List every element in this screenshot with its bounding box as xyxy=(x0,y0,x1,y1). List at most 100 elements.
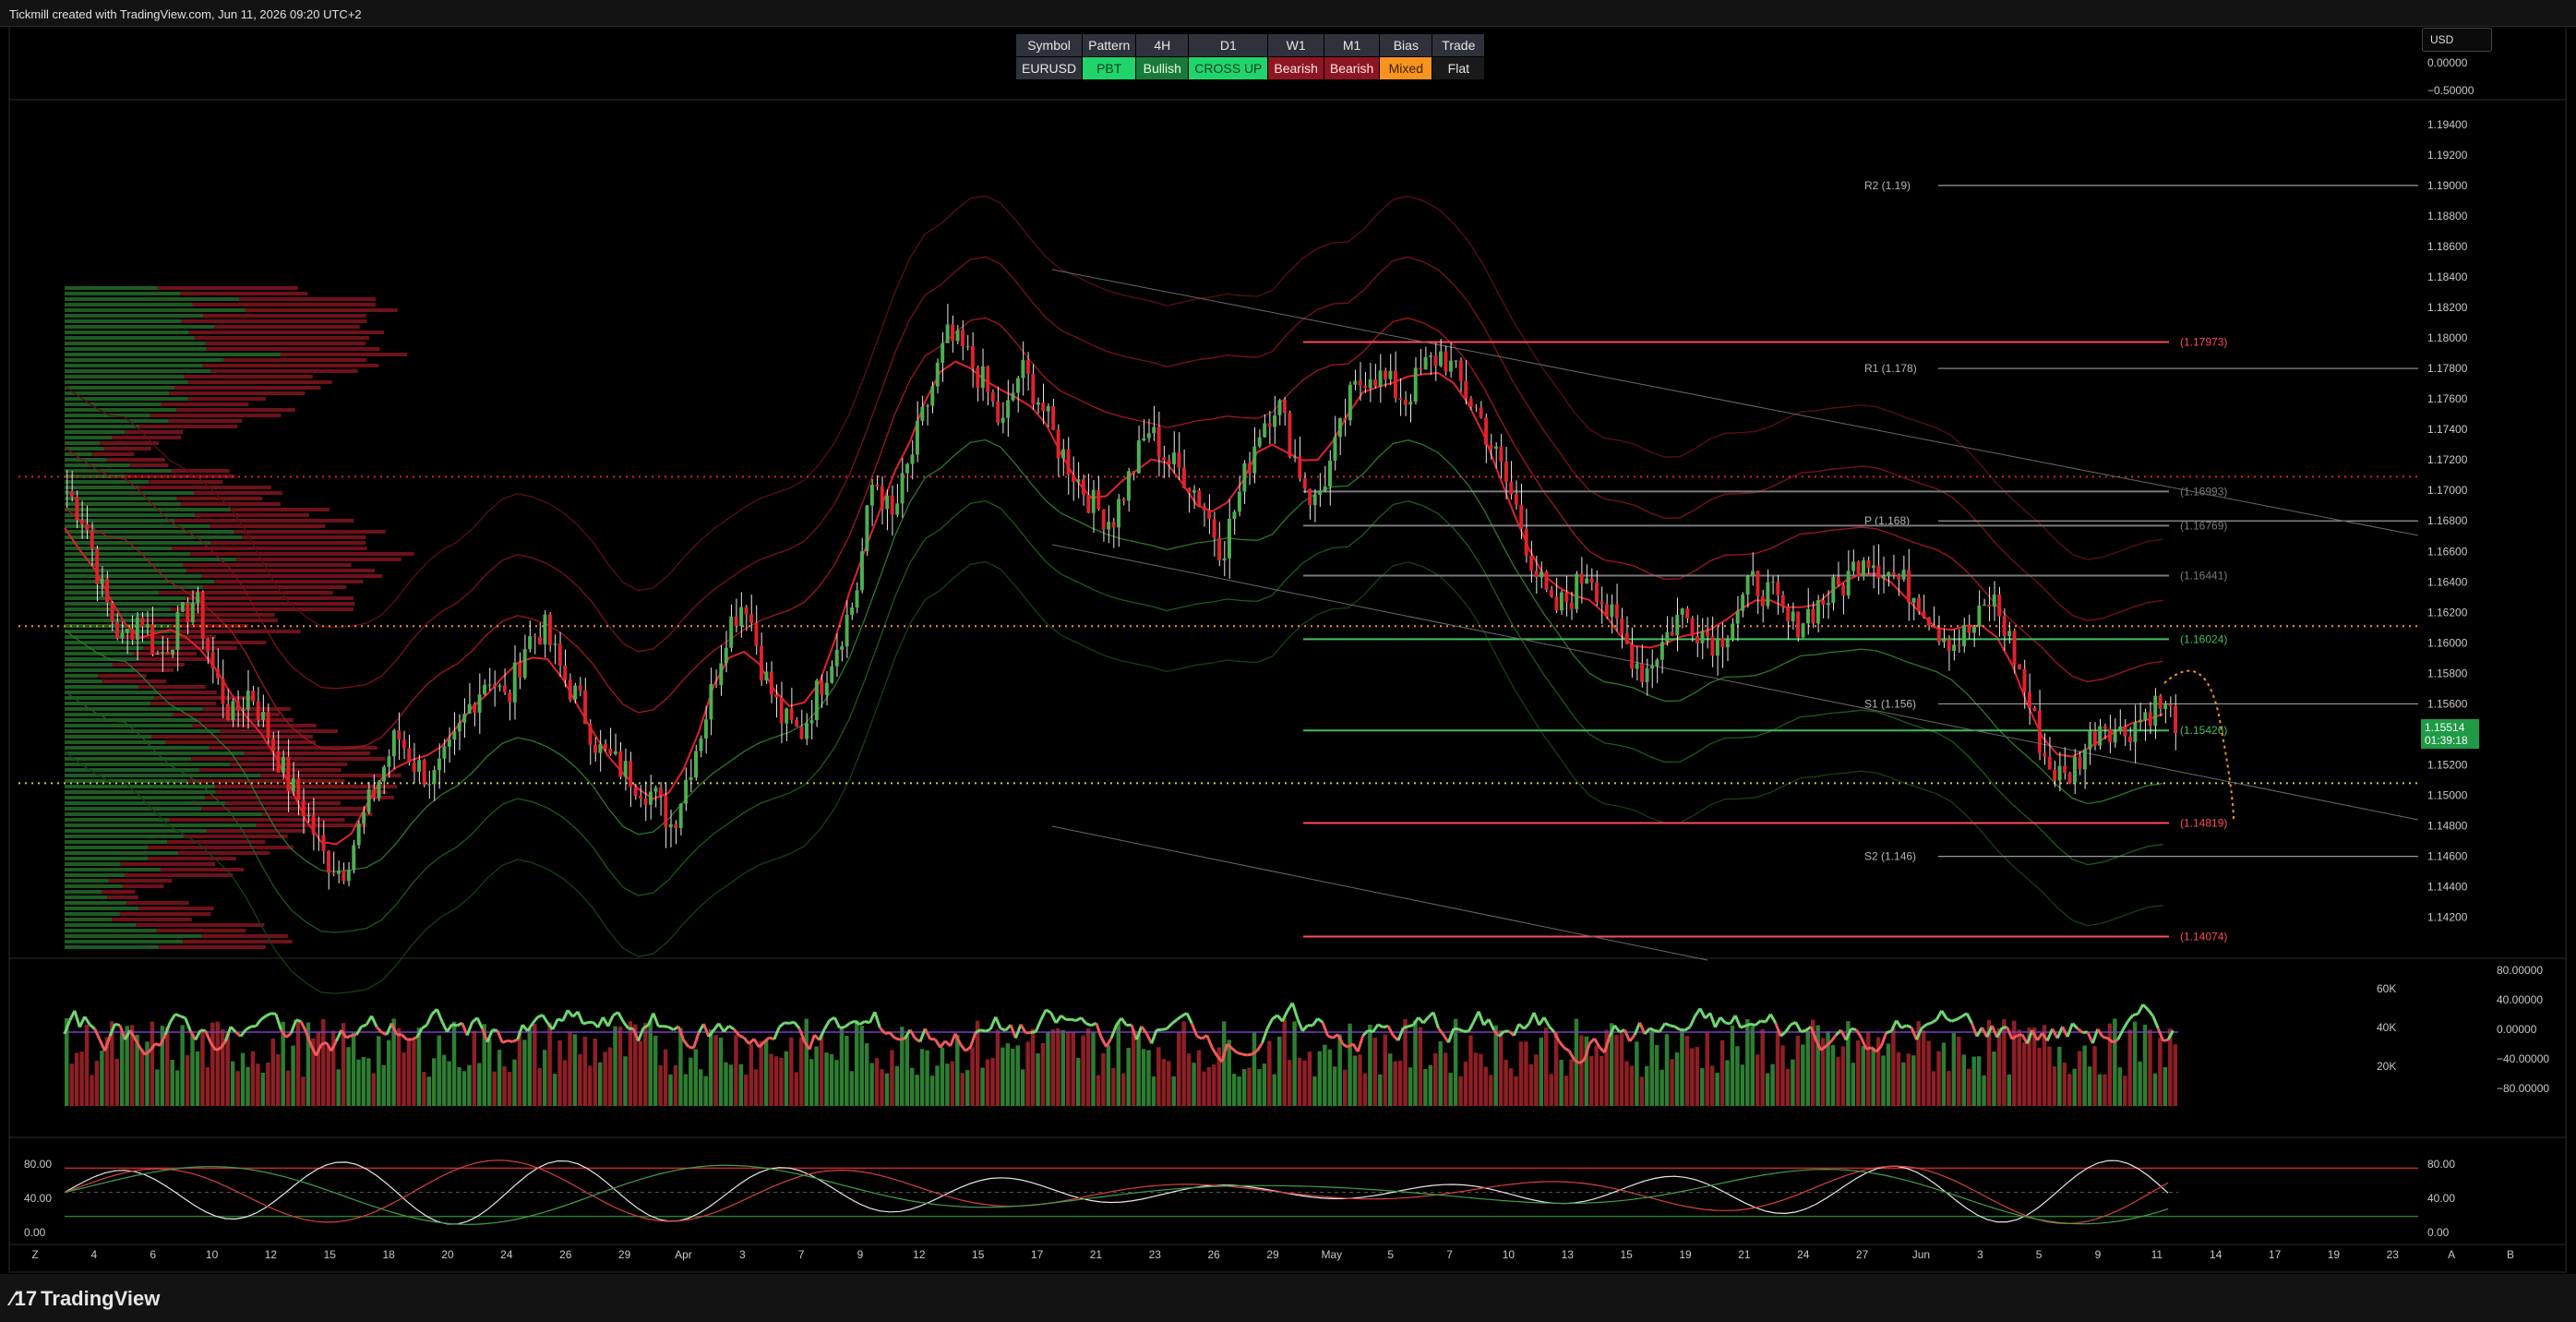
candle-body xyxy=(744,607,749,615)
volume-profile-bar xyxy=(112,918,192,921)
candle-body xyxy=(502,685,507,692)
candle-body xyxy=(980,366,985,389)
oscillator-segment xyxy=(1643,1027,1651,1035)
candle-body xyxy=(528,636,533,650)
volume-bar xyxy=(2087,1066,2092,1106)
candle-body xyxy=(200,592,205,640)
volume-bar xyxy=(2062,1062,2067,1106)
candle-body xyxy=(352,845,356,871)
volume-bar xyxy=(1534,1054,1539,1106)
volume-profile-bar xyxy=(65,691,158,694)
volume-bar xyxy=(1131,1029,1136,1106)
volume-bar xyxy=(371,1073,377,1106)
volume-bar xyxy=(648,1020,653,1106)
oscillator-segment xyxy=(289,1019,298,1034)
candle-body xyxy=(678,803,683,829)
volume-bar xyxy=(1192,1063,1196,1106)
oscillator-segment xyxy=(894,1037,901,1041)
volume-bar xyxy=(738,1064,744,1106)
volume-bar xyxy=(603,1052,607,1106)
oscillator-segment xyxy=(1532,1012,1540,1026)
volume-bar xyxy=(668,1074,673,1106)
candle-body xyxy=(1444,351,1448,372)
last-price: 1.15514 xyxy=(2425,721,2465,734)
volume-profile-bar xyxy=(210,524,326,528)
oscillator-segment xyxy=(1664,1022,1671,1028)
oscillator-segment xyxy=(114,1022,121,1028)
volume-profile-bar xyxy=(65,901,126,905)
volume-bar xyxy=(829,1053,834,1106)
volume-bar xyxy=(728,1064,734,1106)
volume-bar xyxy=(90,1075,94,1106)
oscillator-segment xyxy=(1236,1051,1243,1056)
oscillator-segment xyxy=(1030,1030,1036,1034)
time-axis-tick: 29 xyxy=(1266,1248,1279,1261)
volume-axis-tick: 40K xyxy=(2377,1021,2396,1034)
candle-body xyxy=(1529,555,1534,571)
candle-body xyxy=(1504,462,1508,482)
oscillator-segment xyxy=(1548,1025,1556,1033)
volume-bar xyxy=(1479,1053,1483,1106)
volume-bar xyxy=(165,1026,170,1106)
time-axis-tick: 21 xyxy=(1738,1248,1751,1261)
candle-body xyxy=(85,523,90,531)
tradingview-logo[interactable]: ⁄17 TradingView xyxy=(11,1287,160,1311)
oscillator-segment xyxy=(425,1013,434,1026)
candle-body xyxy=(231,701,235,721)
oscillator-segment xyxy=(1372,1023,1380,1033)
oscillator-segment xyxy=(1733,1015,1743,1028)
volume-bar xyxy=(1156,1047,1161,1106)
volume-profile-bar xyxy=(91,452,135,456)
oscillator-segment xyxy=(1095,1022,1103,1039)
candle-body xyxy=(256,701,260,720)
oscillator-segment xyxy=(617,1011,625,1023)
volume-profile-bar xyxy=(193,491,282,495)
volume-profile-bar xyxy=(65,829,207,833)
volume-profile-bar xyxy=(65,486,139,489)
candle-body xyxy=(1760,596,1765,607)
volume-bar xyxy=(351,1031,356,1106)
volume-profile-bar xyxy=(65,596,186,600)
volume-profile-bar xyxy=(65,375,185,379)
oscillator-segment xyxy=(784,1021,790,1025)
volume-profile-bar xyxy=(201,574,382,578)
currency-selector[interactable]: USD xyxy=(2422,28,2492,52)
oscillator-segment xyxy=(1659,1022,1667,1033)
volume-bar xyxy=(477,1063,482,1106)
time-axis-tick: 5 xyxy=(1387,1248,1394,1261)
candle-body xyxy=(618,751,623,777)
volume-bar xyxy=(557,1040,562,1106)
volume-bar xyxy=(578,1053,582,1106)
trend-line xyxy=(1051,269,2419,536)
candle-body xyxy=(1655,659,1659,667)
candle-body xyxy=(341,870,346,882)
volume-bar xyxy=(607,1047,613,1106)
volume-bar xyxy=(724,1062,728,1106)
time-axis-tick: 17 xyxy=(1031,1248,1044,1261)
candle-body xyxy=(568,679,572,700)
volume-bar xyxy=(1066,1031,1071,1106)
volume-bar xyxy=(708,1029,713,1106)
oscillator-segment xyxy=(752,1038,761,1049)
volume-bar xyxy=(1518,1041,1524,1106)
volume-profile-bar xyxy=(65,945,160,949)
stochastic-line xyxy=(64,1164,2169,1225)
volume-bar xyxy=(1025,1041,1030,1106)
oscillator-segment xyxy=(1504,1029,1509,1033)
volume-bar xyxy=(1141,1049,1146,1106)
oscillator-segment xyxy=(401,1033,408,1041)
oscillator-segment xyxy=(949,1033,957,1047)
oscillator-segment xyxy=(299,1020,308,1033)
candle-body xyxy=(301,799,306,817)
oscillator-segment xyxy=(295,1018,302,1024)
volume-profile-bar xyxy=(65,585,204,589)
volume-bar xyxy=(2072,1068,2077,1106)
candle-body xyxy=(487,684,492,686)
time-axis-tick: 9 xyxy=(2095,1248,2102,1261)
chart-canvas[interactable]: R2 (1.19)R1 (1.178)P (1.168)S1 (1.156)S2… xyxy=(0,0,2576,1322)
oscillator-segment xyxy=(475,1016,484,1029)
volume-bar xyxy=(1483,1066,1489,1106)
oscillator-segment xyxy=(1683,1026,1691,1032)
candle-body xyxy=(1368,379,1372,389)
candle-body xyxy=(643,799,648,805)
